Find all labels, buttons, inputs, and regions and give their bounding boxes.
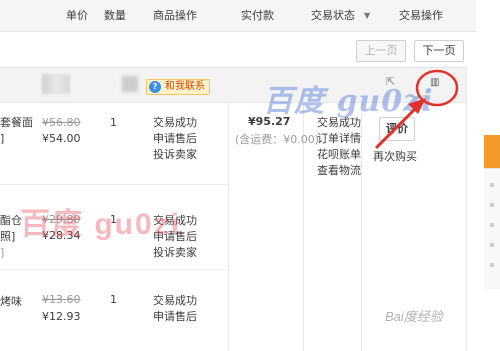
annotation-overlay [374, 69, 459, 150]
pointer-arrow-shaft [374, 104, 420, 150]
